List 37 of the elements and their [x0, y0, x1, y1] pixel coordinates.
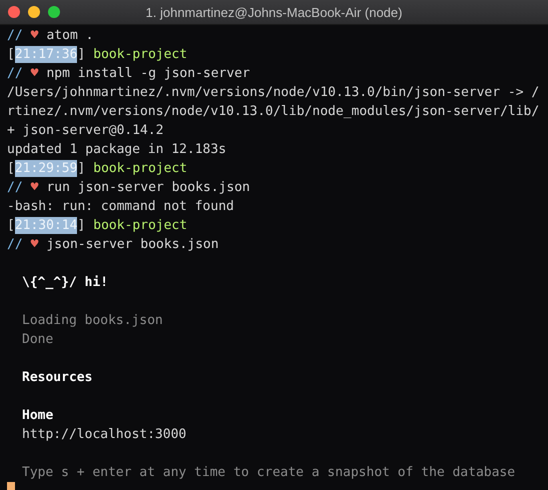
- output-heading: Home: [22, 407, 54, 424]
- heart-symbol: ♥: [30, 65, 38, 82]
- bracket: [: [7, 160, 15, 177]
- bracket: ]: [77, 160, 86, 177]
- output-line: rtinez/.nvm/versions/node/v10.13.0/lib/node_modules/json-server/lib/: [7, 103, 540, 120]
- bracket: ]: [77, 217, 86, 234]
- directory-name: book-project: [93, 217, 188, 234]
- output-heading: Resources: [22, 369, 92, 386]
- command-text: run json-server books.json: [46, 179, 250, 196]
- output-line: /Users/johnmartinez/.nvm/versions/node/v10.13.0/bin/json-server -> /: [7, 84, 540, 101]
- window-title: 1. johnmartinez@Johns-MacBook-Air (node): [146, 4, 402, 20]
- output-line: updated 1 package in 12.183s: [7, 141, 226, 158]
- output-heading: \{^_^}/ hi!: [22, 274, 108, 291]
- heart-symbol: ♥: [30, 27, 38, 44]
- output-line: http://localhost:3000: [22, 426, 186, 443]
- output-line: Type s + enter at any time to create a snapshot of the database: [22, 464, 516, 481]
- timestamp: 21:30:14: [14, 217, 78, 234]
- command-text: npm install -g json-server: [46, 65, 250, 82]
- command-text: atom .: [46, 27, 94, 44]
- bracket: ]: [77, 46, 86, 63]
- prompt-slashes: //: [7, 236, 23, 253]
- heart-symbol: ♥: [30, 236, 38, 253]
- output-line: Loading books.json: [22, 312, 163, 329]
- bracket: [: [7, 217, 15, 234]
- prompt-slashes: //: [7, 65, 23, 82]
- directory-name: book-project: [93, 46, 188, 63]
- prompt-slashes: //: [7, 27, 23, 44]
- output-line: Done: [22, 331, 54, 348]
- directory-name: book-project: [93, 160, 188, 177]
- bracket: [: [7, 46, 15, 63]
- timestamp: 21:17:36: [14, 46, 78, 63]
- command-text: json-server books.json: [46, 236, 219, 253]
- prompt-slashes: //: [7, 179, 23, 196]
- output-line: -bash: run: command not found: [7, 198, 234, 215]
- heart-symbol: ♥: [30, 179, 38, 196]
- output-line: + json-server@0.14.2: [7, 122, 164, 139]
- timestamp: 21:29:59: [14, 160, 78, 177]
